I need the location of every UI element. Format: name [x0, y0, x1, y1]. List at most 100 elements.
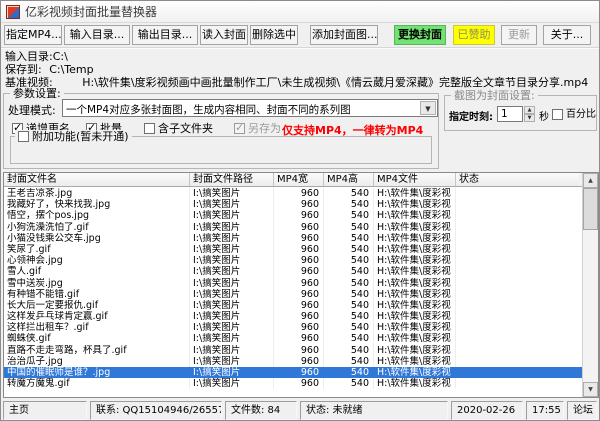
table-row[interactable]: 蜘蛛侠.gifI:\搞笑图片960540H:\软件集\度彩视 [4, 333, 582, 344]
checkbox-extra-features[interactable]: 附加功能(暂未开通) [15, 130, 132, 143]
checkbox-box [144, 123, 155, 134]
add-cover-button[interactable]: 添加封面图... [310, 25, 378, 45]
table-cell: H:\软件集\度彩视 [374, 222, 456, 233]
table-cell: 540 [324, 199, 374, 210]
table-cell [456, 300, 579, 311]
table-cell: H:\软件集\度彩视 [374, 333, 456, 344]
table-cell: H:\软件集\度彩视 [374, 278, 456, 289]
table-cell [456, 188, 579, 199]
col-status[interactable]: 状态 [456, 173, 579, 186]
app-icon [6, 5, 20, 19]
table-cell: H:\软件集\度彩视 [374, 199, 456, 210]
scrollbar-thumb[interactable] [583, 188, 598, 230]
table-cell [456, 233, 579, 244]
delete-selected-button[interactable]: 删除选中 [250, 25, 298, 45]
time-input[interactable]: 1 [497, 106, 523, 122]
table-cell: H:\软件集\度彩视 [374, 255, 456, 266]
table-cell: 小猫没钱乘公交车.jpg [4, 233, 190, 244]
checkbox-box [234, 123, 245, 134]
checkbox-save-as[interactable]: 另存为 [234, 122, 281, 135]
forum-link[interactable]: 论坛 [567, 401, 597, 420]
table-cell: 中国的催眠师是谁？.jpg [4, 367, 190, 378]
status-text: 状态: 未就绪 [300, 401, 448, 420]
table-row[interactable]: 小猫没钱乘公交车.jpgI:\搞笑图片960540H:\软件集\度彩视 [4, 233, 582, 244]
table-cell [456, 289, 579, 300]
col-mp4-width[interactable]: MP4宽 [274, 173, 324, 186]
table-cell: I:\搞笑图片 [190, 210, 274, 221]
time-stepper: ▲ ▼ [524, 106, 535, 122]
time-label: 指定时刻: [449, 108, 493, 123]
vertical-scrollbar[interactable]: ▲ ▼ [582, 173, 598, 397]
replace-cover-button[interactable]: 更换封面 [394, 25, 446, 45]
table-cell: 540 [324, 322, 374, 333]
table-row[interactable]: 有种错不能错.gifI:\搞笑图片960540H:\软件集\度彩视 [4, 289, 582, 300]
titlebar: 亿彩视频封面批量替换器 [1, 1, 599, 23]
checkbox-box [552, 109, 563, 120]
params-group-title: 参数设置: [10, 87, 64, 100]
table-cell: I:\搞笑图片 [190, 322, 274, 333]
checkbox-percent[interactable]: 百分比 [552, 108, 596, 121]
table-cell: H:\软件集\度彩视 [374, 322, 456, 333]
table-row[interactable]: 转魔方魔鬼.gifI:\搞笑图片960540H:\软件集\度彩视 [4, 378, 582, 389]
table-row[interactable]: 我藏好了，快来找我.jpgI:\搞笑图片960540H:\软件集\度彩视 [4, 199, 582, 210]
spin-up-icon[interactable]: ▲ [524, 106, 535, 114]
table-cell: H:\软件集\度彩视 [374, 367, 456, 378]
table-row[interactable]: 中国的催眠师是谁？.jpgI:\搞笑图片960540H:\软件集\度彩视 [4, 367, 582, 378]
table-cell: I:\搞笑图片 [190, 333, 274, 344]
table-row[interactable]: 笑尿了.gifI:\搞笑图片960540H:\软件集\度彩视 [4, 244, 582, 255]
update-button[interactable]: 更新 [501, 25, 537, 45]
scroll-up-icon[interactable]: ▲ [583, 173, 598, 188]
home-link[interactable]: 主页 [3, 401, 87, 420]
table-cell: I:\搞笑图片 [190, 367, 274, 378]
checkbox-label: 含子文件夹 [158, 122, 213, 135]
table-cell: 悟空，摆个pos.jpg [4, 210, 190, 221]
status-bar: 主页 联系: QQ15104946/2655780380。 文件数: 84 状态… [3, 401, 597, 420]
table-row[interactable]: 王老吉凉茶.jpgI:\搞笑图片960540H:\软件集\度彩视 [4, 188, 582, 199]
checkbox-include-subfolders[interactable]: 含子文件夹 [144, 122, 213, 135]
table-cell: I:\搞笑图片 [190, 345, 274, 356]
table-cell: H:\软件集\度彩视 [374, 356, 456, 367]
specify-mp4-button[interactable]: 指定MP4... [4, 25, 62, 45]
col-mp4-file[interactable]: MP4文件 [374, 173, 456, 186]
table-cell [456, 333, 579, 344]
table-cell [456, 356, 579, 367]
sponsored-button[interactable]: 已赞助 [453, 25, 495, 45]
table-cell: 540 [324, 255, 374, 266]
col-cover-path[interactable]: 封面文件路径 [190, 173, 274, 186]
table-cell: I:\搞笑图片 [190, 300, 274, 311]
table-row[interactable]: 雪中送炭.jpgI:\搞笑图片960540H:\软件集\度彩视 [4, 278, 582, 289]
table-row[interactable]: 悟空，摆个pos.jpgI:\搞笑图片960540H:\软件集\度彩视 [4, 210, 582, 221]
table-cell [456, 345, 579, 356]
spin-down-icon[interactable]: ▼ [524, 114, 535, 122]
col-mp4-height[interactable]: MP4高 [324, 173, 374, 186]
table-row[interactable]: 直路不走走弯路，杯具了.gifI:\搞笑图片960540H:\软件集\度彩视 [4, 345, 582, 356]
table-cell [456, 222, 579, 233]
table-row[interactable]: 这样发乒乓球肯定赢.gifI:\搞笑图片960540H:\软件集\度彩视 [4, 311, 582, 322]
table-cell: 540 [324, 333, 374, 344]
table-cell: 这样拦出租车？.gif [4, 322, 190, 333]
col-cover-name[interactable]: 封面文件名 [4, 173, 190, 186]
table-row[interactable]: 心领神会.jpgI:\搞笑图片960540H:\软件集\度彩视 [4, 255, 582, 266]
table-cell: 540 [324, 378, 374, 389]
table-row[interactable]: 长大后一定要报仇.gifI:\搞笑图片960540H:\软件集\度彩视 [4, 300, 582, 311]
table-cell: H:\软件集\度彩视 [374, 233, 456, 244]
chevron-down-icon[interactable]: ▼ [420, 101, 436, 115]
table-row[interactable]: 这样拦出租车？.gifI:\搞笑图片960540H:\软件集\度彩视 [4, 322, 582, 333]
output-dir-button[interactable]: 输出目录... [132, 25, 198, 45]
mode-dropdown[interactable]: 一个MP4对应多张封面图，生成内容相同、封面不同的系列图 ▼ [62, 99, 438, 117]
time-value: 1 [501, 108, 508, 120]
table-row[interactable]: 治治瓜子.jpgI:\搞笑图片960540H:\软件集\度彩视 [4, 356, 582, 367]
table-cell: 960 [274, 367, 324, 378]
table-row[interactable]: 雪人.gifI:\搞笑图片960540H:\软件集\度彩视 [4, 266, 582, 277]
scroll-down-icon[interactable]: ▼ [583, 382, 598, 397]
table-cell: 540 [324, 222, 374, 233]
input-dir-button[interactable]: 输入目录... [64, 25, 130, 45]
table-cell: 540 [324, 188, 374, 199]
table-cell: 960 [274, 311, 324, 322]
about-button[interactable]: 关于... [543, 25, 591, 45]
table-cell: 治治瓜子.jpg [4, 356, 190, 367]
table-cell [456, 199, 579, 210]
read-cover-button[interactable]: 读入封面 [200, 25, 248, 45]
table-cell: I:\搞笑图片 [190, 233, 274, 244]
table-row[interactable]: 小狗洗澡洗怕了.gifI:\搞笑图片960540H:\软件集\度彩视 [4, 222, 582, 233]
